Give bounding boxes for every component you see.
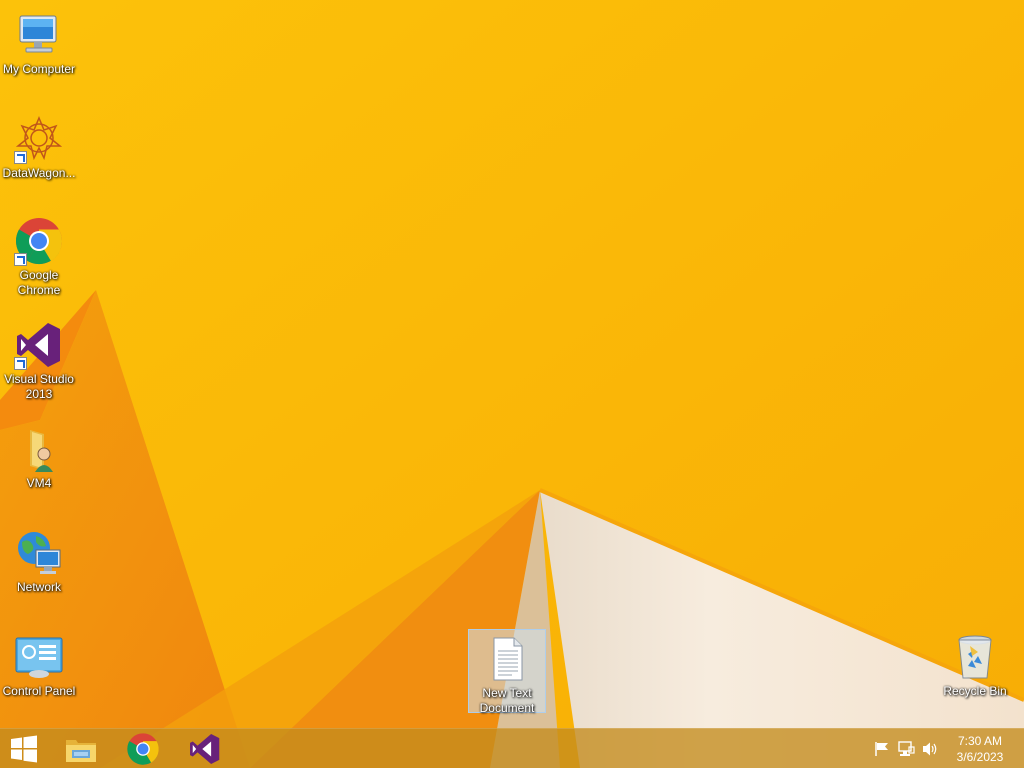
network-icon[interactable] <box>897 741 915 757</box>
chrome-icon <box>14 216 64 266</box>
desktop-icon-vm4[interactable]: VM4 <box>0 420 78 491</box>
taskbar-clock[interactable]: 7:30 AM 3/6/2023 <box>944 733 1016 765</box>
taskbar-file-explorer[interactable] <box>52 729 110 768</box>
volume-icon[interactable] <box>921 741 939 757</box>
desktop-icon-network[interactable]: Network <box>0 524 78 595</box>
network-icon <box>14 528 64 578</box>
desktop-icon-label: Google Chrome <box>17 268 61 297</box>
file-explorer-icon <box>66 740 96 762</box>
desktop-icon-label: Recycle Bin <box>943 684 1007 698</box>
recycle-bin-icon <box>950 632 1000 682</box>
desktop-icon-control-panel[interactable]: Control Panel <box>0 628 78 699</box>
chrome-icon <box>127 733 159 765</box>
taskbar-visual-studio[interactable] <box>176 729 234 768</box>
datawagon-icon <box>14 114 64 164</box>
desktop[interactable]: My Computer DataWagon... Google Chrome V… <box>0 0 1024 768</box>
desktop-icon-google-chrome[interactable]: Google Chrome <box>0 212 78 298</box>
computer-icon <box>14 10 64 60</box>
desktop-icon-recycle-bin[interactable]: Recycle Bin <box>936 628 1014 699</box>
visual-studio-icon <box>190 734 220 764</box>
taskbar[interactable]: 7:30 AM 3/6/2023 <box>0 728 1024 768</box>
start-button[interactable] <box>0 729 48 768</box>
text-document-icon <box>482 634 532 684</box>
desktop-icon-label: My Computer <box>2 62 76 76</box>
desktop-icon-label: DataWagon... <box>2 166 76 180</box>
clock-date: 3/6/2023 <box>956 750 1004 764</box>
desktop-icon-label: New Text Document <box>479 686 535 715</box>
desktop-icon-my-computer[interactable]: My Computer <box>0 6 78 77</box>
action-center-flag-icon[interactable] <box>873 741 891 757</box>
control-panel-icon <box>14 632 64 682</box>
visual-studio-icon <box>14 320 64 370</box>
shortcut-arrow-icon <box>14 357 27 370</box>
desktop-icon-label: Network <box>16 580 61 594</box>
desktop-icon-label: Control Panel <box>2 684 76 698</box>
desktop-icon-datawagon[interactable]: DataWagon... <box>0 110 78 181</box>
windows-start-icon <box>11 735 37 763</box>
shortcut-arrow-icon <box>14 253 27 266</box>
desktop-icon-label: Visual Studio 2013 <box>4 372 74 401</box>
desktop-icon-visual-studio-2013[interactable]: Visual Studio 2013 <box>0 316 78 402</box>
desktop-icon-new-text-document[interactable]: New Text Document <box>468 629 546 715</box>
clock-time: 7:30 AM <box>957 734 1003 748</box>
user-folder-icon <box>14 424 64 474</box>
desktop-icon-label: VM4 <box>26 476 52 490</box>
shortcut-arrow-icon <box>14 151 27 164</box>
taskbar-google-chrome[interactable] <box>114 729 172 768</box>
